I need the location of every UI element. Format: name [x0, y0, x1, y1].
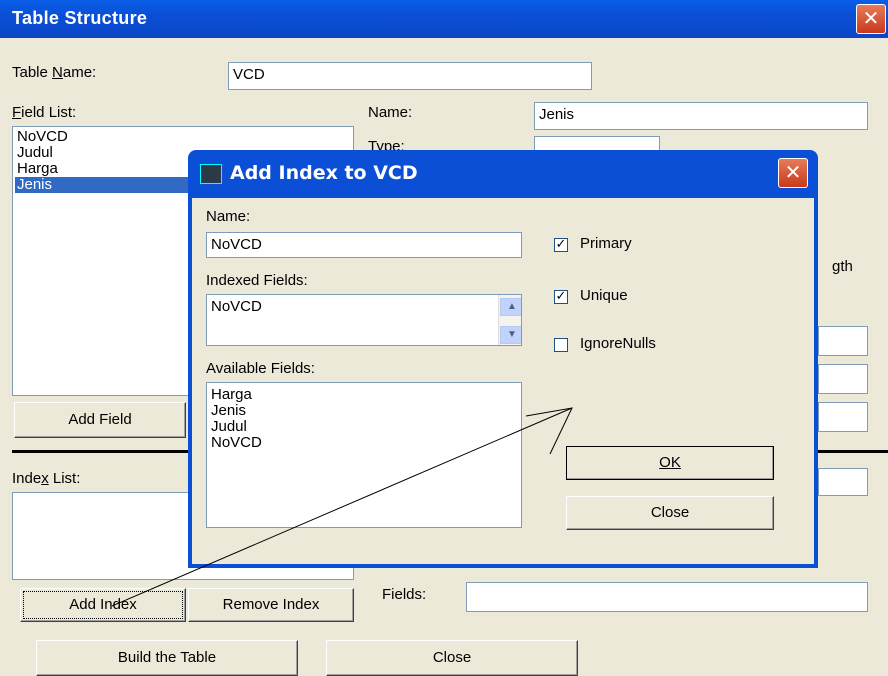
- annotation-arrow: [111, 407, 573, 607]
